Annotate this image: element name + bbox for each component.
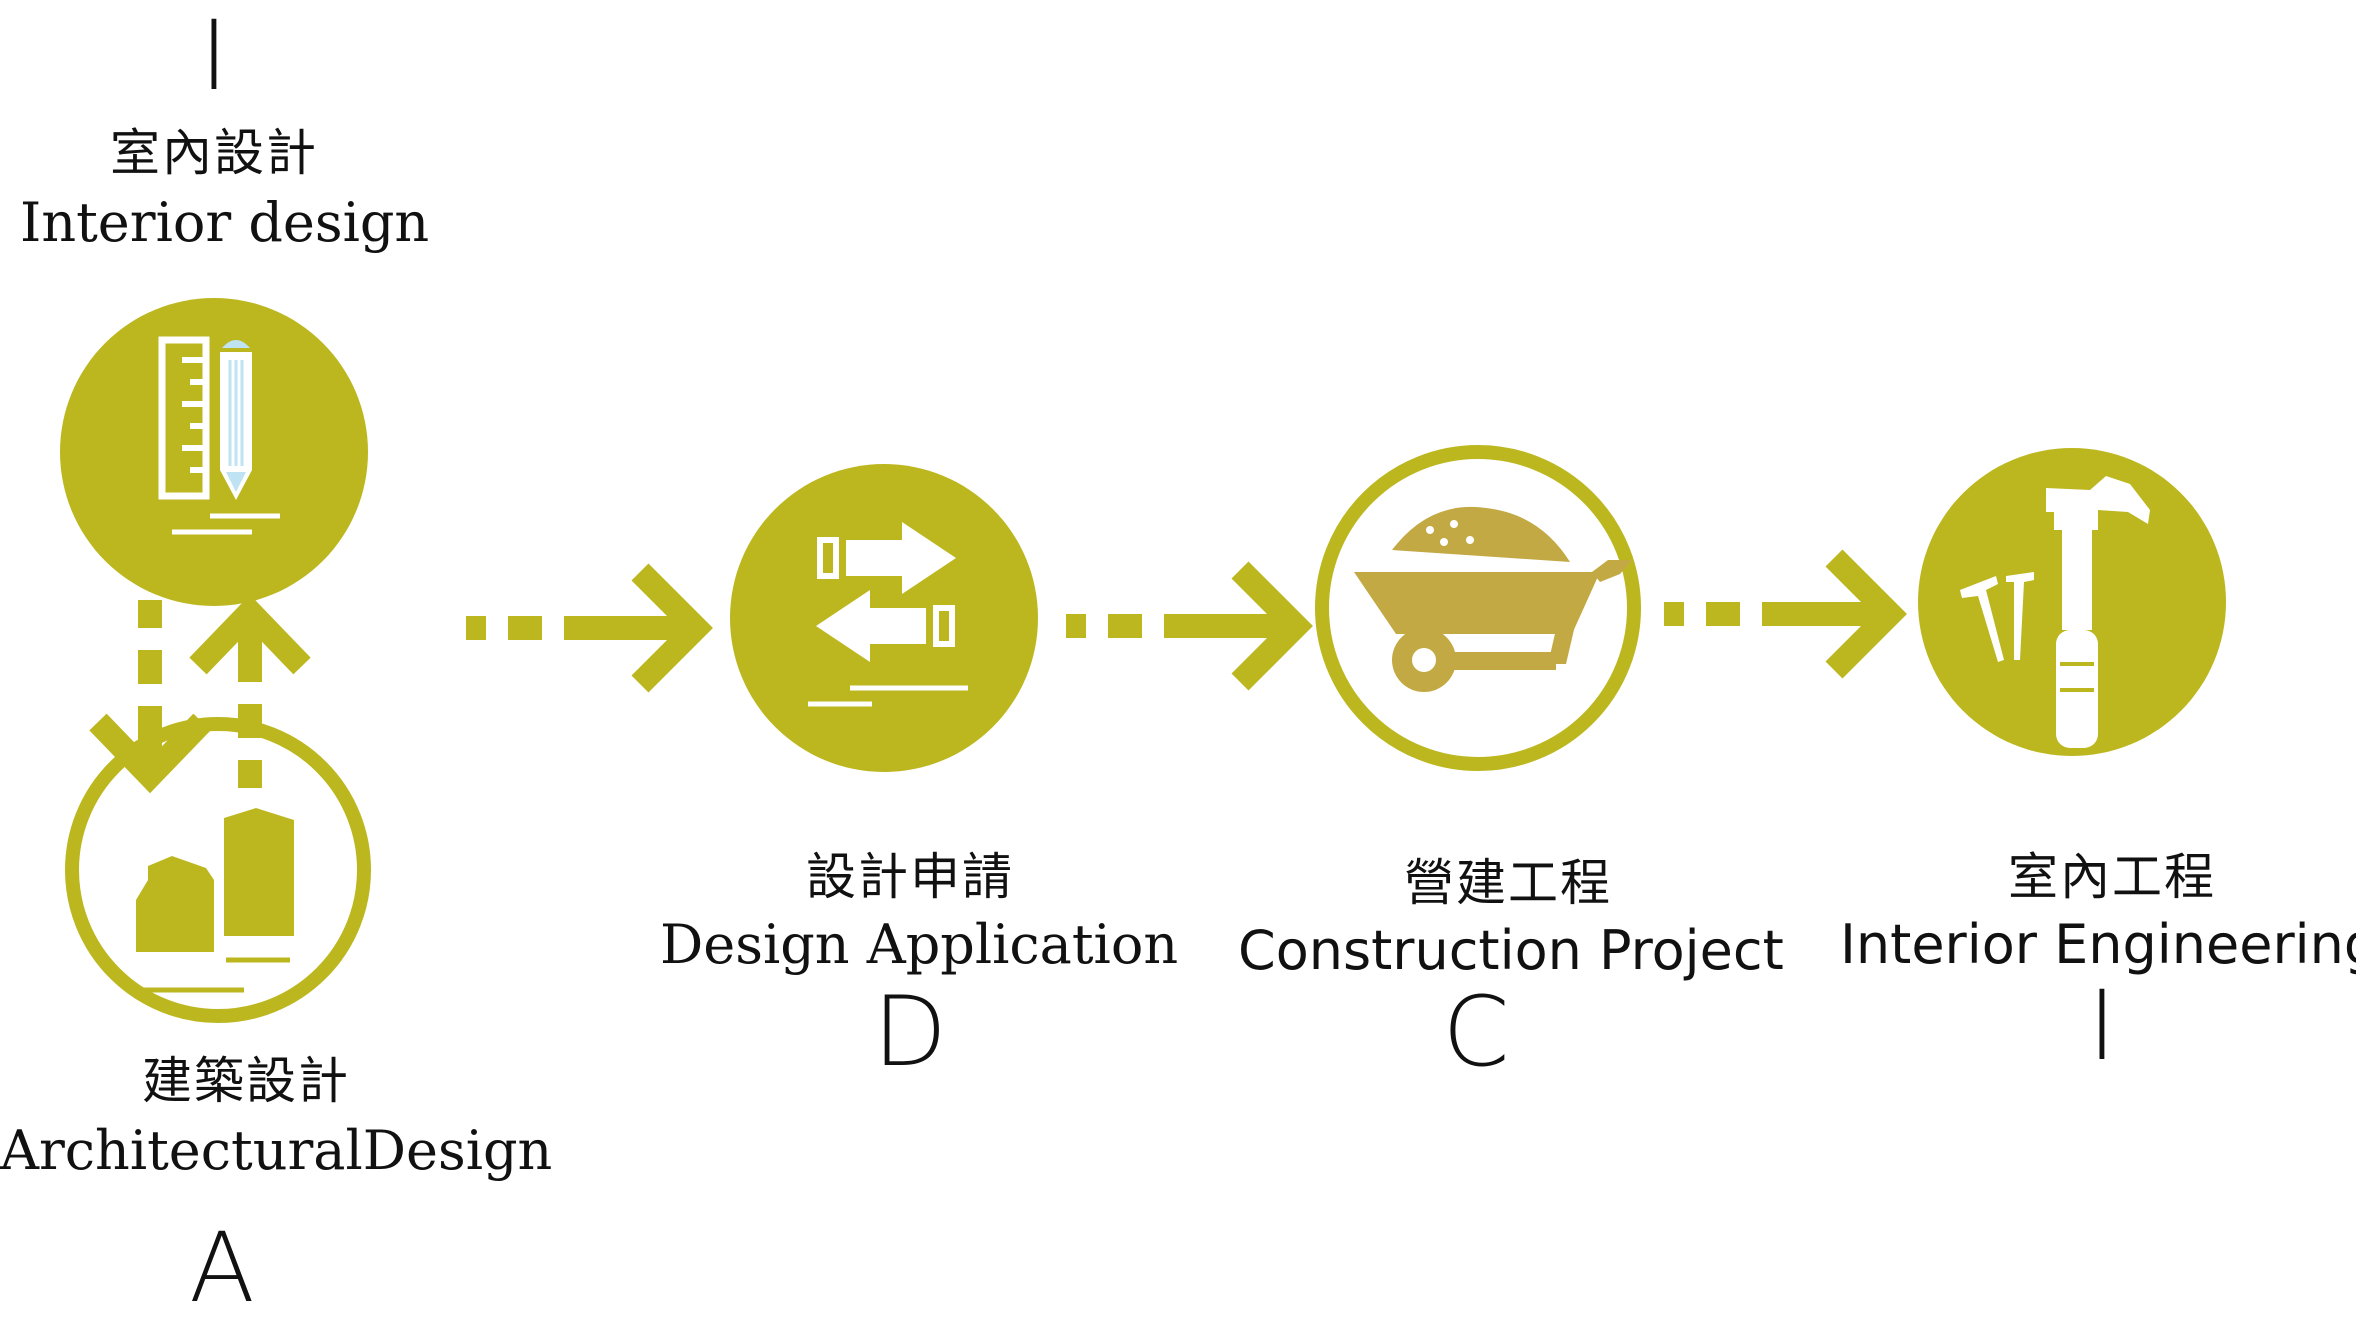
architectural-design-zh-label: 建築設計 <box>142 1052 350 1110</box>
architectural-design-node <box>65 717 371 1023</box>
design-application-en-label: Design Application <box>660 913 1179 976</box>
process-diagram: I 室內設計 Interior design 建築設計 Architectura… <box>0 0 2356 1326</box>
interior-design-zh-label: 室內設計 <box>110 124 318 182</box>
interior-engineering-node <box>1918 448 2226 756</box>
design-application-letter: D <box>873 976 947 1088</box>
interior-design-letter: I <box>199 0 229 112</box>
architectural-design-letter: A <box>189 1212 255 1324</box>
construction-project-zh-label: 營建工程 <box>1404 854 1612 912</box>
architectural-design-en-label: ArchitecturalDesign <box>0 1119 553 1182</box>
interior-design-node <box>60 298 368 606</box>
design-application-node <box>730 464 1038 772</box>
arrow-to-design-application <box>466 563 713 693</box>
construction-project-en-label: Construction Project <box>1238 919 1784 982</box>
interior-design-en-label: Interior design <box>20 191 430 254</box>
interior-engineering-en-label: Interior Engineering <box>1840 913 2356 976</box>
design-application-zh-label: 設計申請 <box>806 848 1014 906</box>
construction-project-node <box>1315 445 1641 771</box>
arrow-to-construction-project <box>1066 561 1313 691</box>
arrow-interior-to-architectural <box>89 600 211 794</box>
interior-engineering-zh-label: 室內工程 <box>2008 848 2216 906</box>
construction-project-letter: C <box>1442 976 1510 1088</box>
arrow-to-interior-engineering <box>1664 549 1907 679</box>
interior-engineering-letter: I <box>2087 970 2117 1082</box>
